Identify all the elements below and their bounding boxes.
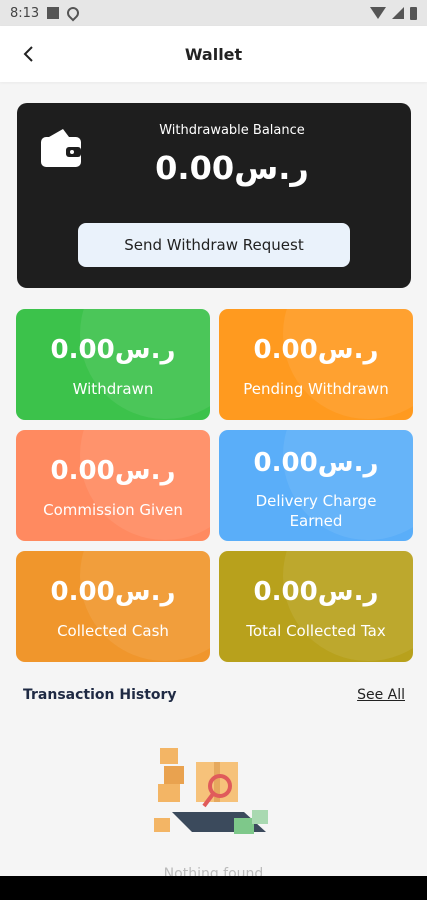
empty-boxes-illustration [154,748,268,834]
page-title: Wallet [184,44,243,64]
stat-card-total-collected-tax: ر.س0.00 Total Collected Tax [219,551,413,662]
stat-card-collected-cash: ر.س0.00 Collected Cash [16,551,210,662]
stat-label: Pending Withdrawn [243,380,389,398]
transaction-history-title: Transaction History [23,687,177,703]
stat-amount: ر.س0.00 [50,456,176,486]
stat-card-delivery-charge-earned: ر.س0.00 Delivery Charge Earned [219,430,413,541]
stat-label: Withdrawn [72,380,154,398]
back-arrow-icon [23,46,33,62]
stat-label: Total Collected Tax [246,622,386,640]
stat-label: Delivery Charge Earned [255,492,377,530]
status-bar: 8:13 [0,0,427,26]
balance-amount: ر.س0.00 [155,149,309,187]
battery-icon [410,6,417,20]
stat-amount: ر.س0.00 [50,335,176,365]
system-navigation-bar [0,876,427,900]
app-bar: Wallet [0,26,427,82]
status-time: 8:13 [10,5,40,21]
back-button[interactable] [14,40,42,68]
notification-icon [47,7,60,19]
signal-icon [392,7,404,19]
balance-label: Withdrawable Balance [159,123,305,138]
wallet-icon [41,129,81,167]
wifi-icon [370,7,386,19]
stat-card-commission-given: ر.س0.00 Commission Given [16,430,210,541]
withdrawable-balance-card: Withdrawable Balance ر.س0.00 Send Withdr… [17,103,411,288]
transaction-history-header: Transaction History See All [23,687,405,709]
see-all-link[interactable]: See All [357,687,405,703]
stat-amount: ر.س0.00 [50,577,176,607]
stat-label: Collected Cash [57,622,169,640]
stat-label: Commission Given [43,501,183,519]
stat-amount: ر.س0.00 [253,335,379,365]
stat-amount: ر.س0.00 [253,577,379,607]
location-icon [64,4,82,22]
stat-amount: ر.س0.00 [253,448,379,478]
send-withdraw-request-button[interactable]: Send Withdraw Request [78,223,350,267]
stat-card-pending-withdrawn: ر.س0.00 Pending Withdrawn [219,309,413,420]
stat-card-withdrawn: ر.س0.00 Withdrawn [16,309,210,420]
